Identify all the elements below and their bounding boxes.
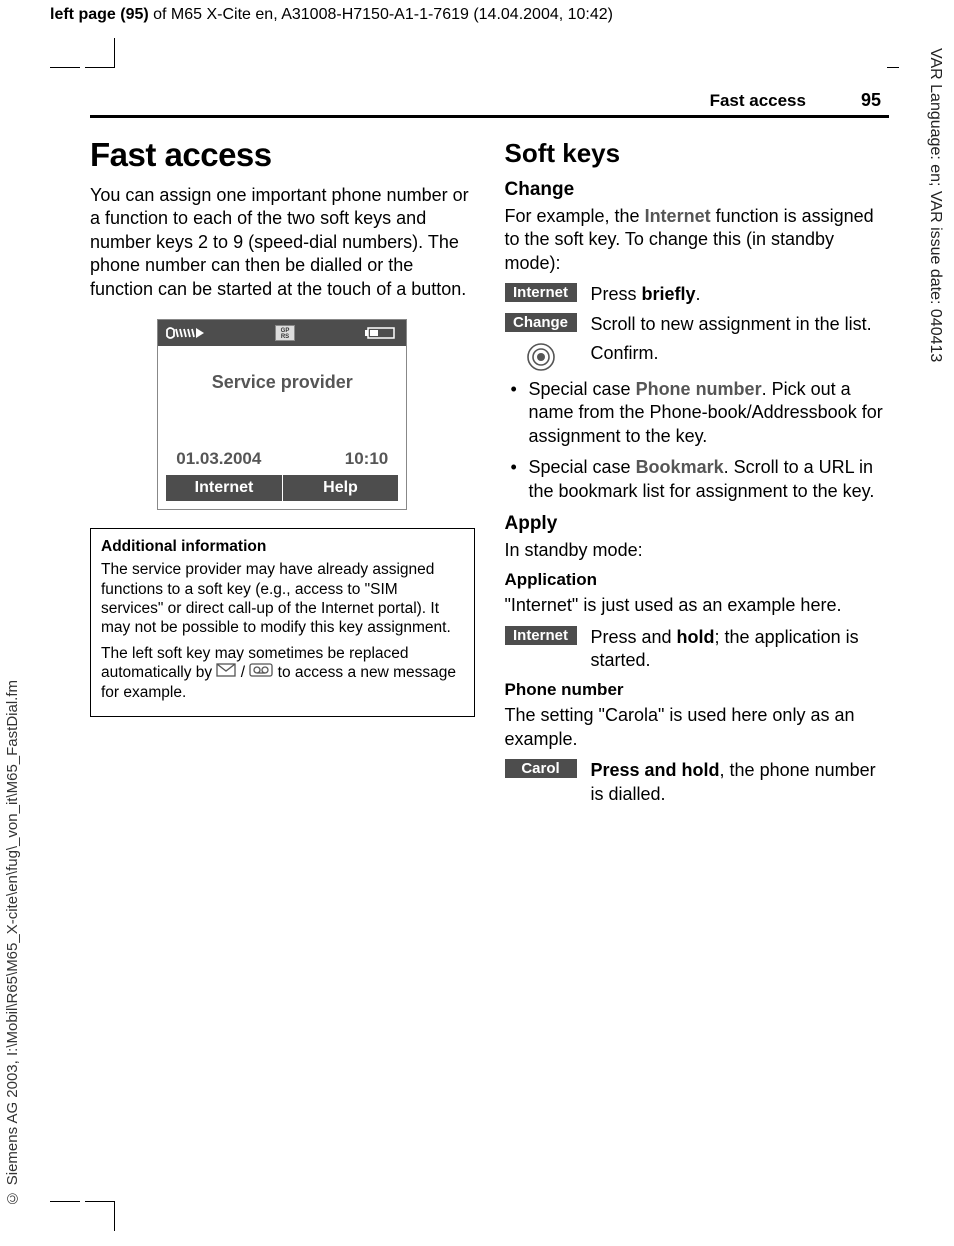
softkey-label-internet: Internet xyxy=(505,626,577,645)
change-heading: Change xyxy=(505,179,890,201)
step-change: Change Scroll to new assignment in the l… xyxy=(505,313,890,336)
special-cases-list: Special case Phone number. Pick out a na… xyxy=(505,378,890,503)
step-text: Confirm. xyxy=(591,342,890,365)
ui-word-internet: Internet xyxy=(645,206,711,226)
phone-mock: GPRS Service provider 01.03.2004 10:10 I… xyxy=(157,319,407,510)
ui-word-bookmark: Bookmark xyxy=(636,457,724,477)
phone-service-provider: Service provider xyxy=(166,372,398,393)
step-text: Press briefly. xyxy=(591,283,890,306)
apply-heading: Apply xyxy=(505,513,890,535)
crop-mark xyxy=(50,38,80,68)
step-phone-number: Carol Press and hold, the phone number i… xyxy=(505,759,890,806)
step-application: Internet Press and hold; the application… xyxy=(505,626,890,673)
running-head: Fast access 95 xyxy=(90,90,889,118)
apply-intro: In standby mode: xyxy=(505,539,890,562)
side-footer-right: VAR Language: en; VAR issue date: 040413 xyxy=(926,48,944,362)
phone-time: 10:10 xyxy=(345,449,388,469)
additional-info-box: Additional information The service provi… xyxy=(90,528,475,717)
phone-statusbar: GPRS xyxy=(158,320,406,346)
phone-softkey-left: Internet xyxy=(166,475,283,501)
signal-icon xyxy=(166,326,206,340)
page-number: 95 xyxy=(861,90,881,111)
step-confirm: Confirm. xyxy=(505,342,890,372)
step-text: Press and hold, the phone number is dial… xyxy=(591,759,890,806)
right-column: Soft keys Change For example, the Intern… xyxy=(505,136,890,812)
phone-body: Service provider 01.03.2004 10:10 Intern… xyxy=(158,346,406,509)
envelope-icon xyxy=(216,663,236,682)
print-header-bold: left page (95) xyxy=(50,6,149,23)
info-paragraph-2: The left soft key may sometimes be repla… xyxy=(101,644,464,702)
step-text: Scroll to new assignment in the list. xyxy=(591,313,890,336)
crop-mark xyxy=(887,38,899,68)
intro-paragraph: You can assign one important phone numbe… xyxy=(90,184,475,301)
gprs-icon: GPRS xyxy=(275,325,295,341)
phone-date: 01.03.2004 xyxy=(176,449,261,469)
phone-softkey-right: Help xyxy=(283,475,399,501)
list-item: Special case Phone number. Pick out a na… xyxy=(509,378,890,448)
print-header: left page (95) of M65 X-Cite en, A31008-… xyxy=(50,6,613,24)
softkey-label-carol: Carol xyxy=(505,759,577,778)
info-header: Additional information xyxy=(101,537,464,556)
application-heading: Application xyxy=(505,570,890,590)
application-text: "Internet" is just used as an example he… xyxy=(505,594,890,617)
svg-text:RS: RS xyxy=(281,334,289,340)
page-content: Fast access 95 Fast access You can assig… xyxy=(90,90,889,1196)
page-title: Fast access xyxy=(90,136,475,174)
voicemail-icon xyxy=(249,663,273,682)
crop-mark xyxy=(50,1201,80,1231)
ui-word-phone-number: Phone number xyxy=(636,379,762,399)
battery-icon xyxy=(364,326,398,340)
crop-mark xyxy=(85,38,115,68)
info-paragraph-1: The service provider may have already as… xyxy=(101,560,464,638)
crop-mark xyxy=(85,1201,115,1231)
center-key-icon xyxy=(505,342,577,372)
running-title: Fast access xyxy=(710,91,806,111)
print-header-rest: of M65 X-Cite en, A31008-H7150-A1-1-7619… xyxy=(149,6,613,23)
softkeys-heading: Soft keys xyxy=(505,138,890,169)
left-column: Fast access You can assign one important… xyxy=(90,136,475,812)
step-text: Press and hold; the application is start… xyxy=(591,626,890,673)
change-intro: For example, the Internet function is as… xyxy=(505,205,890,275)
phone-number-text: The setting "Carola" is used here only a… xyxy=(505,704,890,751)
side-footer-left: © Siemens AG 2003, I:\Mobil\R65\M65_X-ci… xyxy=(4,680,21,1206)
phone-number-heading: Phone number xyxy=(505,680,890,700)
list-item: Special case Bookmark. Scroll to a URL i… xyxy=(509,456,890,503)
softkey-label-change: Change xyxy=(505,313,577,332)
softkey-label-internet: Internet xyxy=(505,283,577,302)
step-internet: Internet Press briefly. xyxy=(505,283,890,306)
